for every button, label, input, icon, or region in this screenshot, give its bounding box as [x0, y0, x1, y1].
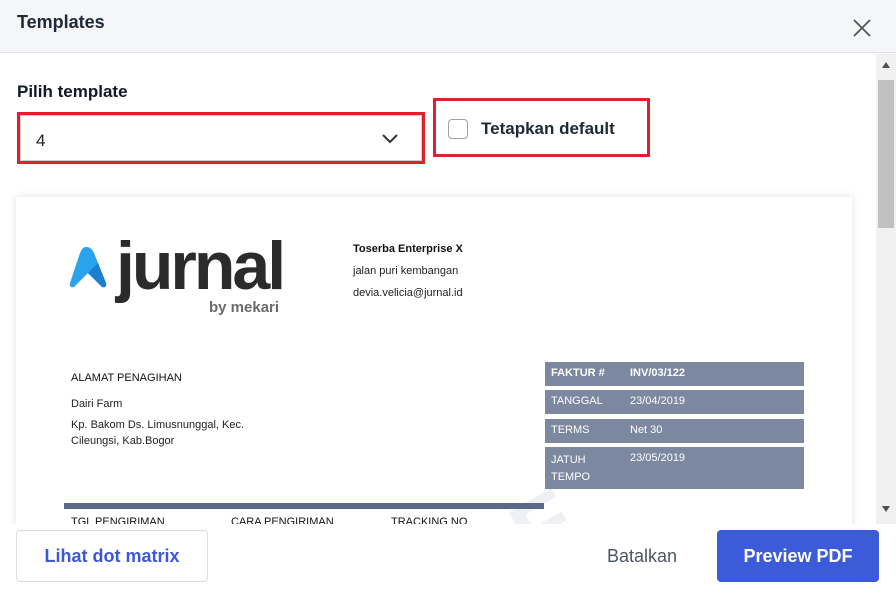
column-shipping-method: CARA PENGIRIMAN	[231, 516, 334, 524]
invoice-row-number: FAKTUR # INV/03/122	[545, 362, 804, 386]
preview-divider	[64, 503, 544, 509]
billing-title: ALAMAT PENAGIHAN	[71, 372, 182, 384]
modal-footer: Lihat dot matrix Batalkan Preview PDF	[0, 524, 896, 605]
column-shipping-date: TGL PENGIRIMAN	[71, 516, 165, 524]
template-select-highlight: 4	[17, 112, 425, 164]
company-name: Toserba Enterprise X	[353, 243, 463, 255]
company-email: devia.velicia@jurnal.id	[353, 287, 463, 299]
logo-wordmark: jurnal	[116, 228, 286, 304]
invoice-value: 23/04/2019	[630, 395, 686, 407]
invoice-row-due-date: JATUH TEMPO 23/05/2019	[545, 447, 804, 489]
logo-subtitle: by mekari	[209, 299, 280, 316]
preview-pdf-button[interactable]: Preview PDF	[717, 530, 879, 582]
column-tracking-no: TRACKING NO	[391, 516, 468, 524]
invoice-key: TANGGAL	[551, 395, 603, 407]
close-button[interactable]	[850, 16, 874, 40]
set-default-highlight: Tetapkan default	[433, 98, 650, 157]
company-address: jalan puri kembangan	[353, 265, 459, 277]
vertical-scrollbar[interactable]	[876, 54, 896, 524]
close-icon	[853, 19, 871, 37]
set-default-checkbox[interactable]	[448, 119, 468, 139]
scroll-up-arrow-icon[interactable]	[882, 62, 890, 68]
scrollbar-thumb[interactable]	[878, 80, 894, 228]
template-label: Pilih template	[17, 82, 128, 101]
chevron-down-icon	[382, 134, 398, 144]
view-dot-matrix-button[interactable]: Lihat dot matrix	[16, 530, 208, 582]
billing-address-line1: Kp. Bakom Ds. Limusnunggal, Kec.	[71, 419, 245, 431]
invoice-value: 23/05/2019	[630, 452, 686, 464]
invoice-row-date: TANGGAL 23/04/2019	[545, 390, 804, 414]
jurnal-logo-icon	[69, 247, 107, 288]
invoice-value: INV/03/122	[630, 367, 686, 379]
set-default-label[interactable]: Tetapkan default	[481, 119, 615, 139]
invoice-key: FAKTUR #	[551, 367, 605, 379]
scroll-down-arrow-icon[interactable]	[882, 506, 890, 512]
invoice-row-terms: TERMS Net 30	[545, 419, 804, 443]
template-select[interactable]: 4	[20, 115, 422, 161]
modal-title: Templates	[17, 12, 105, 32]
template-preview: E jurnal by mekari Toserba Enterprise X …	[16, 197, 852, 524]
modal-header: Templates	[0, 0, 896, 53]
cancel-button[interactable]: Batalkan	[590, 530, 694, 582]
invoice-key: JATUH TEMPO	[551, 454, 591, 483]
templates-modal: Templates Pilih template 4 Tetapkan defa…	[0, 0, 896, 605]
template-select-value: 4	[36, 131, 46, 150]
billing-address-line2: Cileungsi, Kab.Bogor	[71, 435, 175, 447]
modal-body: Pilih template 4 Tetapkan default E jurn…	[0, 54, 896, 524]
invoice-key: TERMS	[551, 424, 590, 436]
billing-name: Dairi Farm	[71, 398, 123, 410]
invoice-value: Net 30	[630, 424, 663, 436]
